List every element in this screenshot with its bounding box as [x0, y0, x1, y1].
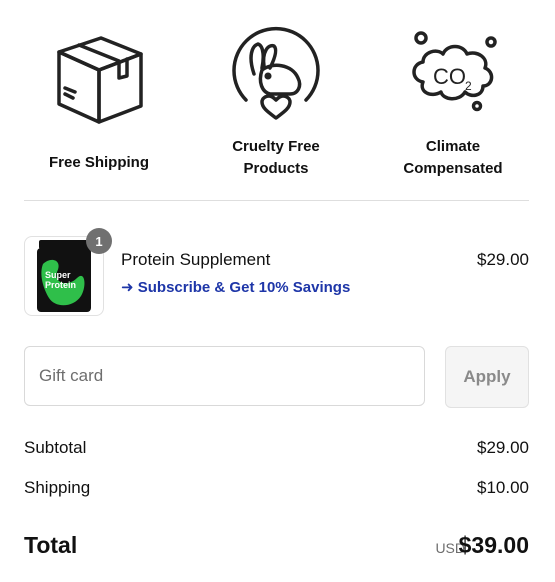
svg-text:2: 2 [465, 79, 472, 93]
divider [24, 200, 529, 201]
svg-text:CO: CO [433, 64, 466, 89]
features-row: Free Shipping Cruelty Free Products CO 2… [0, 0, 555, 200]
bunny-heart-icon [232, 26, 320, 120]
gift-card-input[interactable] [24, 346, 425, 406]
protein-tub-image: Super Protein [37, 240, 91, 312]
apply-button[interactable]: Apply [445, 346, 529, 408]
product-price: $29.00 [477, 250, 529, 269]
product-title: Protein Supplement [121, 250, 271, 269]
shipping-value: $10.00 [477, 478, 529, 497]
feature-label: Climate Compensated [403, 138, 503, 177]
thumbnail-line2: Protein [45, 280, 76, 290]
thumbnail-line1: Super [45, 270, 71, 280]
feature-label: Free Shipping [48, 154, 149, 171]
feature-climate-compensated: CO 2 Climate Compensated [373, 26, 533, 180]
package-box-icon [57, 36, 143, 124]
feature-cruelty-free: Cruelty Free Products [196, 26, 356, 180]
checkout-summary: Free Shipping Cruelty Free Products CO 2… [0, 0, 555, 582]
subtotal-label: Subtotal [24, 438, 87, 457]
feature-free-shipping: Free Shipping [19, 26, 179, 174]
total-value: $39.00 [458, 532, 529, 558]
co2-cloud-icon: CO 2 [412, 31, 497, 112]
shipping-label: Shipping [24, 478, 91, 497]
feature-label: Cruelty Free Products [232, 138, 320, 177]
quantity-badge: 1 [86, 228, 112, 254]
total-label: Total [24, 532, 78, 558]
subscribe-link[interactable]: ➜ Subscribe & Get 10% Savings [121, 278, 350, 296]
subtotal-value: $29.00 [477, 438, 529, 457]
